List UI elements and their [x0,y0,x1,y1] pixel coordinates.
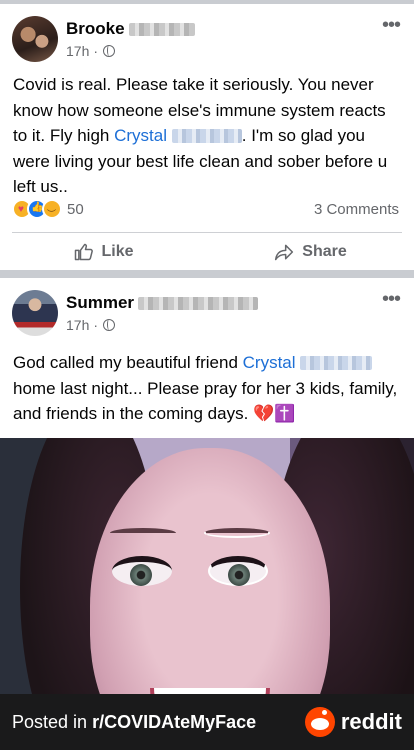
author-name[interactable]: Brooke [66,19,125,39]
globe-icon [103,45,116,57]
reddit-logo-icon [304,707,335,737]
share-button[interactable]: Share [207,234,414,270]
blurred-surname [171,129,242,143]
author-name[interactable]: Summer [66,293,134,313]
reaction-count: 50 [67,200,84,218]
photo-brow-right [204,528,270,538]
dot-separator: · [93,317,99,333]
mention-link[interactable]: Crystal [114,126,242,145]
subreddit-name[interactable]: r/COVIDAteMyFace [92,712,256,732]
dot-separator: · [93,43,99,59]
more-options-icon[interactable]: ••• [382,15,401,35]
globe-icon [103,319,116,331]
photo-eye-left [112,556,172,586]
photo-eye-right [208,556,268,586]
blurred-surname [300,356,373,370]
reddit-footer-bar: Posted in r/COVIDAteMyFace reddit [0,694,414,750]
thumbs-up-icon [75,243,94,261]
blurred-surname [138,296,259,310]
reactions-summary[interactable]: 50 [12,199,84,220]
post-header: Summer 17h · [12,290,259,336]
share-arrow-icon [275,244,294,261]
mention-link[interactable]: Crystal [243,353,373,372]
post-text: Covid is real. Please take it seriously.… [13,75,388,196]
sad-reaction-icon [42,199,62,220]
like-button[interactable]: Like [0,234,207,270]
post-stats: 50 3 Comments [12,198,399,220]
divider [12,232,402,233]
reddit-wordmark: reddit [340,709,402,734]
post-summer: Summer 17h · ••• God called my beautiful… [0,278,414,750]
post-separator [0,270,414,278]
photo-brow-left [110,528,176,538]
avatar[interactable] [12,16,58,62]
action-bar: Like Share [0,234,414,270]
blurred-surname [128,22,195,36]
post-text: God called my beautiful friend Crystal h… [13,353,398,423]
posted-in-label: Posted in r/COVIDAteMyFace [12,711,257,732]
post-time[interactable]: 17h [66,43,89,59]
post-brooke: Brooke 17h · ••• Covid is real. Please t… [0,4,414,270]
post-time[interactable]: 17h [66,317,89,333]
reddit-brand: reddit [304,707,402,737]
comments-count[interactable]: 3 Comments [314,201,399,218]
more-options-icon[interactable]: ••• [382,289,401,309]
post-header: Brooke 17h · [12,16,195,62]
avatar[interactable] [12,290,58,336]
